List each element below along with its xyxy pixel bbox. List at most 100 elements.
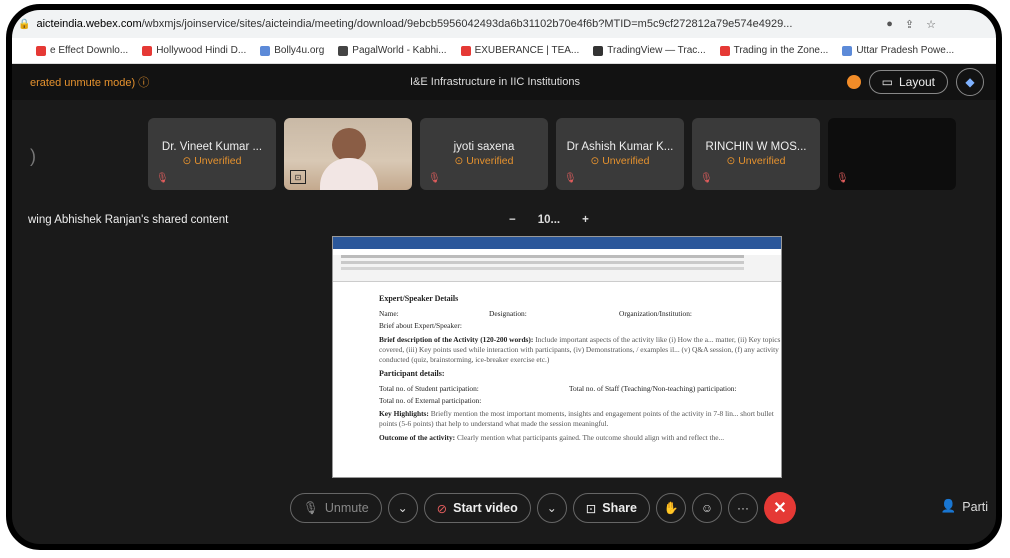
participant-tile[interactable]: Dr Ashish Kumar K... ⊙ Unverified 🎙 (556, 118, 684, 190)
more-options-icon[interactable]: ··· (727, 493, 758, 523)
video-options-chevron-icon[interactable]: ⌄ (536, 493, 567, 523)
doc-participants-heading: Participant details: (379, 368, 445, 378)
doc-designation-field: Designation: (489, 308, 527, 318)
mic-muted-icon: 🎙 (564, 173, 577, 184)
doc-participation-row: Total no. of Student participation: Tota… (379, 384, 781, 394)
bookmark-item[interactable]: Hollywood Hindi D... (142, 45, 246, 56)
doc-outcome: Outcome of the activity: Clearly mention… (379, 433, 725, 443)
bookmark-favicon-icon (142, 45, 153, 56)
bookmark-favicon-icon (719, 45, 730, 56)
mic-muted-icon: 🎙 (156, 173, 169, 184)
participant-tile[interactable]: jyoti saxena ⊙ Unverified 🎙 (420, 118, 548, 190)
word-title-bar (333, 237, 781, 249)
bookmark-item[interactable]: TradingView — Trac... (593, 45, 706, 56)
share-button[interactable]: ⊡ Share (572, 493, 650, 523)
screenshot-frame: 🔒 aicteindia.webex.com/wbxmjs/joinservic… (6, 4, 1002, 550)
bookmarks-bar: e Effect Downlo... Hollywood Hindi D... Bo… (12, 38, 996, 64)
bookmark-favicon-icon (36, 45, 46, 56)
bookmark-favicon-icon (842, 45, 853, 56)
doc-name-field: Name: (379, 308, 399, 318)
bookmark-favicon-icon (460, 45, 471, 56)
raise-hand-icon[interactable]: ✋ (655, 493, 686, 523)
doc-heading: Expert/Speaker Details (379, 294, 459, 303)
participant-tile[interactable]: ⊡ (284, 118, 412, 190)
star-icon[interactable]: ☆ (926, 18, 936, 31)
doc-students: Total no. of Student participation: (379, 383, 479, 393)
bookmark-label: e Effect Downlo... (50, 45, 129, 56)
document-page: Expert/Speaker Details Name: Designation… (333, 282, 781, 443)
bookmark-label: Trading in the Zone... (733, 45, 829, 56)
start-video-button[interactable]: ⊘ Start video (423, 493, 531, 523)
participant-tile[interactable]: Dr. Vineet Kumar ... ⊙ Unverified 🎙 (148, 118, 276, 190)
bookmark-item[interactable]: Trading in the Zone... (719, 45, 829, 56)
participant-name: Dr Ashish Kumar K... (566, 141, 674, 153)
doc-highlights: Key Highlights: Briefly mention the most… (379, 409, 774, 429)
unmute-button[interactable]: 🎙 Unmute (290, 493, 382, 523)
unmute-label: Unmute (324, 501, 369, 515)
participant-status: ⊙ Unverified (454, 155, 514, 167)
participant-status: ⊙ Unverified (726, 155, 786, 167)
participants-icon: 👤 (940, 499, 957, 513)
scroll-left-icon[interactable]: ) (30, 146, 36, 167)
bookmark-item[interactable]: e Effect Downlo... (36, 45, 128, 56)
participant-strip: Dr. Vineet Kumar ... ⊙ Unverified 🎙 ⊡ jyoti … (148, 118, 956, 190)
participants-label: Parti (962, 499, 988, 514)
mic-muted-icon: 🎙 (836, 173, 849, 184)
bookmark-item[interactable]: EXUBERANCE | TEA... (460, 45, 580, 56)
participants-button[interactable]: 👤 Parti (941, 499, 988, 514)
participant-tile[interactable]: 🎙 (828, 118, 956, 190)
meeting-header: erated unmute mode) ⓘ I&E Infrastructure… (12, 64, 996, 100)
shared-document: Expert/Speaker Details Name: Designation… (332, 236, 782, 478)
start-video-label: Start video (453, 501, 518, 515)
reactions-icon[interactable]: ☺ (691, 493, 722, 523)
url-text[interactable]: aicteindia.webex.com/wbxmjs/joinservice/… (36, 18, 886, 30)
participant-tile[interactable]: RINCHIN W MOS... ⊙ Unverified 🎙 (692, 118, 820, 190)
meeting-controls: 🎙 Unmute ⌄ ⊘ Start video ⌄ ⊡ Share ✋ ☺ ·… (290, 492, 796, 524)
notification-icon[interactable] (846, 75, 861, 89)
word-ribbon (333, 255, 781, 282)
doc-brief: Brief about Expert/Speaker: (379, 320, 462, 330)
address-bar[interactable]: 🔒 aicteindia.webex.com/wbxmjs/joinservic… (12, 10, 996, 38)
cast-icon[interactable]: ● (886, 18, 893, 31)
meeting-title: I&E Infrastructure in IIC Institutions (410, 76, 580, 88)
participant-name: Dr. Vineet Kumar ... (161, 141, 263, 153)
bookmark-favicon-icon (338, 45, 349, 56)
share-row: wing Abhishek Ranjan's shared content − … (12, 214, 996, 232)
mic-muted-icon: 🎙 (700, 173, 713, 184)
layout-icon: ▭ (881, 75, 893, 89)
participant-video-head (332, 128, 366, 162)
bookmark-label: Uttar Pradesh Powe... (856, 45, 955, 56)
bookmark-item[interactable]: Uttar Pradesh Powe... (842, 45, 954, 56)
audio-options-chevron-icon[interactable]: ⌄ (387, 493, 418, 523)
bookmark-item[interactable]: Bolly4u.org (260, 45, 324, 56)
security-icon[interactable]: ◆ (956, 68, 984, 96)
bookmark-favicon-icon (593, 45, 604, 56)
video-off-icon: ⊘ (436, 501, 448, 516)
mic-muted-icon: 🎙 (428, 173, 441, 184)
zoom-in-button[interactable]: + (582, 214, 589, 226)
mic-muted-icon: 🎙 (303, 500, 319, 515)
doc-field-row: Name: Designation: Organization/Institut… (379, 309, 781, 319)
layout-label: Layout (898, 75, 935, 89)
layout-button[interactable]: ▭ Layout (868, 70, 948, 94)
participant-status: ⊙ Unverified (182, 155, 242, 167)
doc-external: Total no. of External participation: (379, 395, 482, 405)
bookmark-label: PagalWorld - Kabhi... (352, 45, 447, 56)
zoom-value[interactable]: 10... (538, 214, 560, 226)
bookmark-item[interactable]: PagalWorld - Kabhi... (338, 45, 447, 56)
doc-staff: Total no. of Staff (Teaching/Non-teachin… (569, 383, 737, 393)
unmute-mode-label: erated unmute mode) ⓘ (30, 77, 150, 89)
participant-name: RINCHIN W MOS... (705, 141, 807, 153)
zoom-out-button[interactable]: − (509, 214, 516, 226)
zoom-controls: − 10... + (509, 214, 589, 226)
bookmark-favicon-icon (260, 45, 271, 56)
bookmark-label: EXUBERANCE | TEA... (474, 45, 580, 56)
bookmark-label: Bolly4u.org (274, 45, 325, 56)
browser-actions: ● ⇪ ☆ (886, 18, 996, 31)
bookmark-label: TradingView — Trac... (607, 45, 706, 56)
leave-meeting-button[interactable]: ✕ (763, 492, 796, 524)
doc-description: Brief description of the Activity (120-2… (379, 334, 781, 364)
lock-icon: 🔒 (18, 18, 31, 30)
share-icon[interactable]: ⇪ (905, 18, 914, 31)
bookmark-label: Hollywood Hindi D... (156, 45, 247, 56)
